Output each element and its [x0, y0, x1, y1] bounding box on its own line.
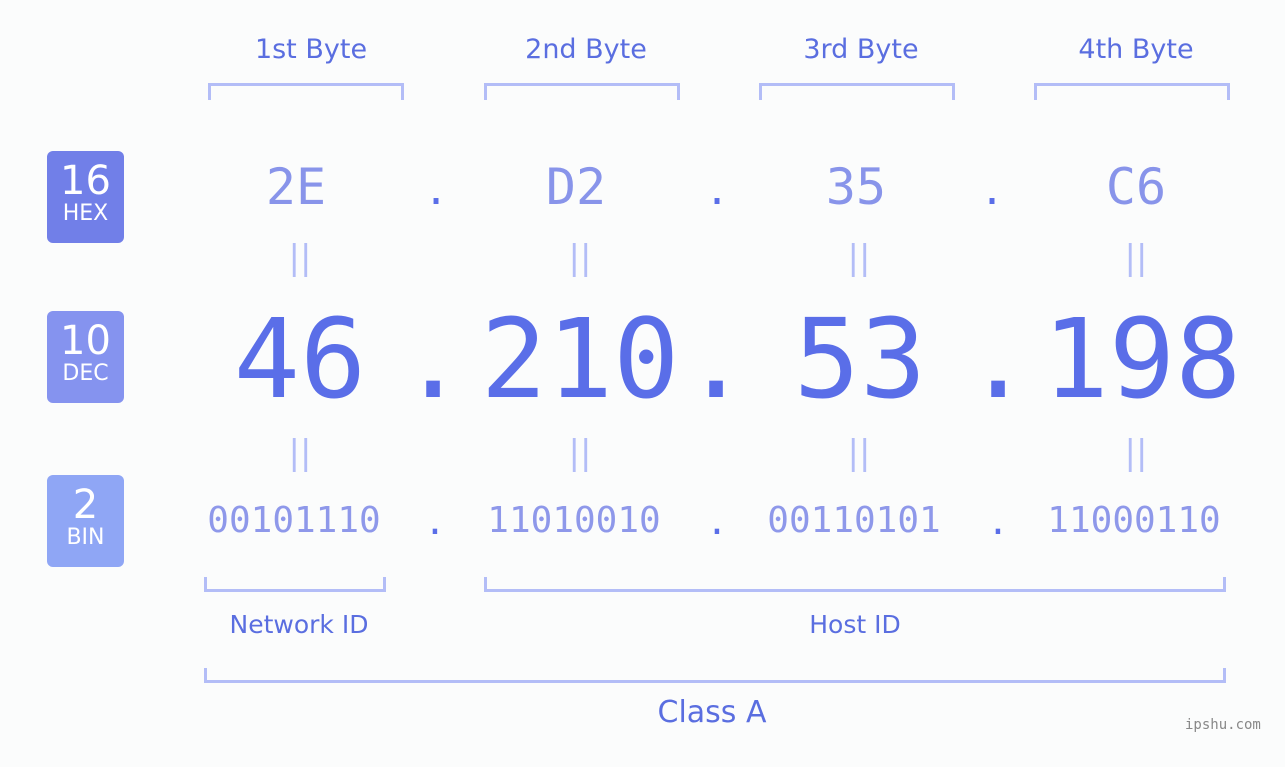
dec-value-3: 53 [793, 295, 927, 423]
hex-separator-3: . [979, 168, 1005, 214]
bin-value-1: 00101110 [207, 500, 381, 541]
bin-value-2: 11010010 [487, 500, 661, 541]
equals-sign: || [288, 433, 312, 473]
hex-separator-1: . [423, 168, 449, 214]
equals-sign: || [1124, 238, 1148, 278]
byte-bracket-2 [484, 83, 680, 100]
bin-badge: 2 BIN [47, 475, 124, 567]
class-label: Class A [657, 695, 767, 730]
dec-badge: 10 DEC [47, 311, 124, 403]
network-id-bracket [204, 577, 386, 592]
byte-bracket-4 [1034, 83, 1230, 100]
byte-label-4: 4th Byte [1078, 34, 1194, 65]
hex-badge-label: HEX [62, 201, 109, 226]
dec-value-1: 46 [233, 295, 367, 423]
class-bracket [204, 668, 1226, 683]
hex-value-4: C6 [1105, 158, 1167, 216]
equals-sign: || [847, 238, 871, 278]
hex-badge-number: 16 [60, 158, 111, 204]
dec-separator-2: . [683, 295, 750, 423]
dec-separator-1: . [400, 295, 467, 423]
hex-value-1: 2E [265, 158, 327, 216]
bin-badge-label: BIN [66, 525, 105, 550]
equals-sign: || [1124, 433, 1148, 473]
dec-separator-3: . [965, 295, 1032, 423]
hex-badge: 16 HEX [47, 151, 124, 243]
equals-sign: || [847, 433, 871, 473]
network-id-label: Network ID [229, 610, 369, 639]
hex-value-3: 35 [825, 158, 887, 216]
bin-separator-3: . [987, 502, 1009, 543]
bin-separator-2: . [706, 502, 728, 543]
dec-value-4: 198 [1042, 295, 1242, 423]
byte-label-2: 2nd Byte [525, 34, 647, 65]
equals-sign: || [568, 433, 592, 473]
dec-badge-label: DEC [62, 361, 109, 386]
bin-value-4: 11000110 [1047, 500, 1221, 541]
hex-separator-2: . [704, 168, 730, 214]
byte-label-1: 1st Byte [254, 34, 368, 65]
equals-sign: || [568, 238, 592, 278]
byte-bracket-3 [759, 83, 955, 100]
dec-badge-number: 10 [60, 318, 111, 364]
host-id-label: Host ID [809, 610, 901, 639]
byte-label-3: 3rd Byte [803, 34, 919, 65]
bin-separator-1: . [424, 502, 446, 543]
dec-value-2: 210 [480, 295, 680, 423]
hex-value-2: D2 [545, 158, 607, 216]
bin-badge-number: 2 [72, 482, 99, 528]
equals-sign: || [288, 238, 312, 278]
bin-value-3: 00110101 [767, 500, 941, 541]
host-id-bracket [484, 577, 1226, 592]
byte-bracket-1 [208, 83, 404, 100]
watermark: ipshu.com [1185, 717, 1261, 733]
